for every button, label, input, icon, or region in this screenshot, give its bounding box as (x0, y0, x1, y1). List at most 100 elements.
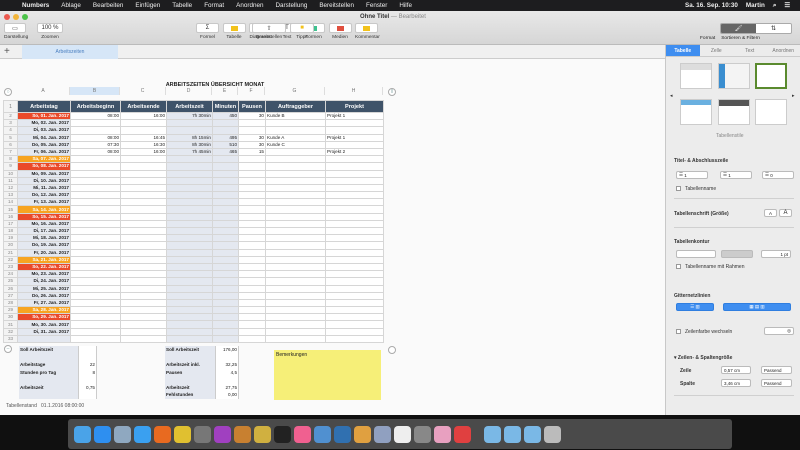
end-cell[interactable] (120, 241, 167, 250)
search-icon[interactable]: ⌕ (773, 2, 777, 10)
start-cell[interactable] (70, 334, 121, 344)
end-cell[interactable] (120, 183, 167, 193)
start-cell[interactable] (70, 205, 121, 214)
date-cell[interactable]: Mi, 18. Jan. 2017 (17, 234, 71, 243)
row-number[interactable]: 13 (3, 191, 18, 200)
column-width-stepper[interactable]: 3,46 cm (721, 379, 751, 387)
date-cell[interactable]: Do, 12. Jan. 2017 (17, 191, 71, 200)
client-cell[interactable] (265, 162, 326, 171)
project-cell[interactable]: Projekt 1 (325, 133, 384, 142)
dock-icon-chrome[interactable] (174, 425, 191, 443)
row-number[interactable]: 1 (3, 100, 18, 113)
row-number[interactable]: 25 (3, 277, 18, 286)
minutes-cell[interactable] (212, 255, 239, 264)
project-cell[interactable] (325, 298, 384, 308)
dock-icon-dokumente[interactable] (504, 425, 521, 443)
dock-icon-xcode[interactable] (334, 425, 351, 443)
row-fit-button[interactable]: Passend (761, 366, 792, 374)
project-cell[interactable] (325, 205, 384, 214)
end-cell[interactable] (120, 262, 167, 272)
project-cell[interactable] (325, 140, 384, 149)
break-cell[interactable]: 15 (238, 147, 266, 157)
client-cell[interactable] (265, 183, 326, 193)
sidebar-tab-2[interactable]: Text (733, 45, 767, 56)
project-cell[interactable] (325, 320, 384, 329)
date-cell[interactable]: So, 08. Jan. 2017 (17, 162, 71, 171)
start-cell[interactable] (70, 183, 121, 193)
date-cell[interactable]: Fr, 13. Jan. 2017 (17, 198, 71, 207)
project-cell[interactable] (325, 241, 384, 250)
minutes-cell[interactable] (212, 320, 239, 329)
project-cell[interactable] (325, 212, 384, 221)
client-cell[interactable] (265, 241, 326, 250)
row-number[interactable]: 6 (3, 140, 18, 149)
dock-icon-safari[interactable] (134, 425, 151, 443)
client-cell[interactable] (265, 205, 326, 214)
dock-icon-downloads[interactable] (524, 425, 541, 443)
break-cell[interactable] (238, 262, 266, 272)
end-cell[interactable] (120, 234, 167, 243)
dock-icon-kamera[interactable] (314, 425, 331, 443)
date-cell[interactable]: Di, 10. Jan. 2017 (17, 176, 71, 185)
date-cell[interactable] (17, 334, 71, 344)
table-name-checkbox[interactable] (676, 186, 681, 191)
minutes-cell[interactable] (212, 248, 239, 257)
summary-value[interactable]: 8 (78, 368, 98, 376)
column-header[interactable]: Minuten (212, 100, 239, 113)
date-cell[interactable]: Mi, 25. Jan. 2017 (17, 284, 71, 293)
menu-1[interactable]: Ablage (55, 2, 87, 9)
start-cell[interactable] (70, 248, 121, 257)
note-handle-icon[interactable] (388, 346, 396, 354)
start-cell[interactable] (70, 255, 121, 264)
break-cell[interactable] (238, 320, 266, 329)
date-cell[interactable]: Mi, 11. Jan. 2017 (17, 183, 71, 193)
row-number[interactable]: 2 (3, 111, 18, 121)
row-number[interactable]: 29 (3, 306, 18, 315)
zoom-button[interactable] (22, 14, 28, 20)
break-cell[interactable] (238, 119, 266, 128)
start-cell[interactable] (70, 284, 121, 293)
client-cell[interactable] (265, 147, 326, 157)
add-sheet-button[interactable]: + (4, 46, 10, 57)
date-cell[interactable]: Di, 24. Jan. 2017 (17, 277, 71, 286)
break-cell[interactable] (238, 212, 266, 221)
row-number[interactable]: 21 (3, 248, 18, 257)
start-cell[interactable] (70, 306, 121, 315)
tips-button[interactable]: ■ Tipps (290, 23, 314, 40)
row-number[interactable]: 20 (3, 241, 18, 250)
summary-value[interactable] (78, 391, 98, 399)
end-cell[interactable] (120, 126, 167, 135)
row-number[interactable]: 26 (3, 284, 18, 293)
minutes-cell[interactable] (212, 226, 239, 236)
client-cell[interactable] (265, 248, 326, 257)
row-number[interactable]: 10 (3, 169, 18, 178)
table-handle-icon[interactable]: ○ (4, 88, 12, 96)
start-cell[interactable] (70, 126, 121, 135)
minutes-cell[interactable] (212, 262, 239, 272)
client-cell[interactable] (265, 234, 326, 243)
break-cell[interactable] (238, 126, 266, 135)
project-cell[interactable] (325, 306, 384, 315)
dock-icon-terminal[interactable] (274, 425, 291, 443)
minutes-cell[interactable] (212, 212, 239, 221)
minutes-cell[interactable] (212, 176, 239, 185)
start-cell[interactable]: 08:00 (70, 147, 121, 157)
date-cell[interactable]: Sa, 14. Jan. 2017 (17, 205, 71, 214)
table-style-6[interactable] (755, 99, 787, 125)
row-number[interactable]: 32 (3, 327, 18, 336)
break-cell[interactable] (238, 234, 266, 243)
end-cell[interactable] (120, 162, 167, 171)
close-button[interactable] (4, 14, 10, 20)
end-cell[interactable] (120, 255, 167, 264)
row-number[interactable]: 23 (3, 262, 18, 272)
menu-5[interactable]: Format (198, 2, 230, 9)
break-cell[interactable] (238, 277, 266, 286)
worktime-cell[interactable] (166, 176, 213, 185)
dock-icon-transmit[interactable] (254, 425, 271, 443)
summary-value[interactable] (78, 346, 98, 354)
date-cell[interactable]: Do, 05. Jan. 2017 (17, 140, 71, 149)
view-button[interactable]: ▭ Darstellung (4, 23, 28, 40)
minutes-cell[interactable] (212, 234, 239, 243)
font-larger-button[interactable]: A (779, 209, 792, 217)
row-number[interactable]: 5 (3, 133, 18, 142)
